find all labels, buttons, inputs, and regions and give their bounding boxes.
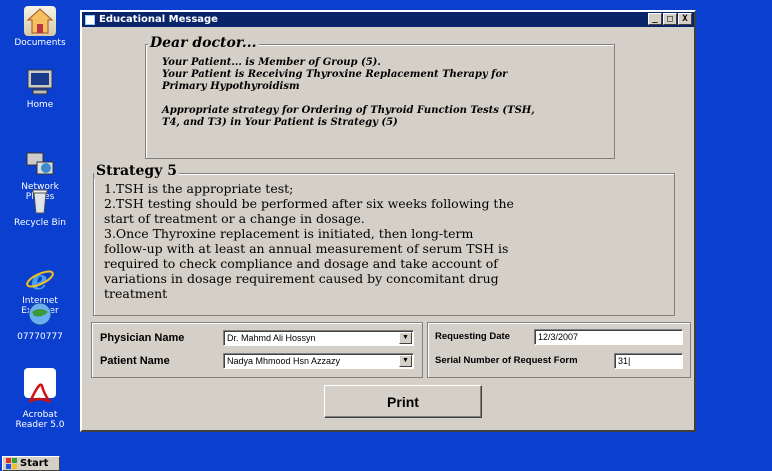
chevron-down-icon[interactable]: ▼: [399, 355, 412, 367]
title-bar[interactable]: Educational Message _ □ X: [82, 12, 694, 27]
message-line-1: Your Patient... is Member of Group (5).: [162, 57, 381, 68]
desktop-icon-documents[interactable]: Documents: [0, 6, 80, 48]
serial-number-field[interactable]: 31|: [614, 353, 683, 369]
maximize-button[interactable]: □: [663, 13, 677, 25]
strategy-line-8: treatment: [104, 286, 168, 301]
chevron-down-icon[interactable]: ▼: [399, 332, 412, 344]
strategy-line-2: 2.TSH testing should be performed after …: [104, 196, 514, 211]
recycle-bin-icon: [24, 186, 56, 216]
documents-icon: [24, 6, 56, 36]
desktop-icon-07770777[interactable]: 07770777: [0, 300, 80, 342]
globe-icon: [24, 300, 56, 330]
start-label: Start: [20, 458, 49, 469]
requesting-date-label: Requesting Date: [435, 331, 510, 342]
requesting-date-value: 12/3/2007: [538, 332, 579, 342]
educational-message-window: Educational Message _ □ X Dear doctor...…: [80, 10, 696, 432]
strategy-line-6: required to check compliance and dosage …: [104, 256, 498, 271]
strategy-line-1: 1.TSH is the appropriate test;: [104, 181, 294, 196]
message-heading: Dear doctor...: [148, 35, 259, 51]
window-title: Educational Message: [99, 14, 218, 25]
strategy-line-4: 3.Once Thyroxine replacement is initiate…: [104, 226, 474, 241]
computer-icon: [24, 68, 56, 98]
desktop-icon-recycle-bin[interactable]: Recycle Bin: [0, 186, 80, 228]
physician-name-label: Physician Name: [100, 332, 185, 344]
requesting-date-field[interactable]: 12/3/2007: [534, 329, 683, 345]
start-button[interactable]: Start: [2, 456, 60, 471]
desktop-icon-home[interactable]: Home: [0, 68, 80, 110]
app-icon: [85, 14, 95, 25]
serial-number-label: Serial Number of Request Form: [435, 355, 578, 366]
strategy-heading: Strategy 5: [94, 163, 179, 179]
print-button[interactable]: Print: [324, 385, 482, 418]
desktop-icon-acrobat-reader[interactable]: Acrobat Reader 5.0: [0, 358, 80, 430]
close-button[interactable]: X: [678, 13, 692, 25]
message-line-3: Primary Hypothyroidism: [162, 81, 300, 92]
desktop-icon-label: Acrobat Reader 5.0: [15, 410, 65, 430]
physician-name-value: Dr. Mahmd Ali Hossyn: [227, 333, 316, 343]
desktop-icon-label: Home: [26, 100, 54, 110]
message-line-5: T4, and T3) in Your Patient is Strategy …: [162, 117, 398, 128]
desktop-icon-label: Recycle Bin: [14, 218, 66, 228]
message-line-4: Appropriate strategy for Ordering of Thy…: [162, 105, 535, 116]
message-line-2: Your Patient is Receiving Thyroxine Repl…: [162, 69, 508, 80]
network-icon: [24, 140, 56, 175]
strategy-line-5: follow-up with at least an annual measur…: [104, 241, 509, 256]
acrobat-icon: [24, 368, 56, 404]
patient-name-value: Nadya Mhmood Hsn Azzazy: [227, 356, 341, 366]
windows-logo-icon: [6, 458, 17, 469]
desktop-icon-label: 07770777: [17, 332, 63, 342]
patient-name-select[interactable]: Nadya Mhmood Hsn Azzazy ▼: [223, 353, 414, 369]
ie-icon: e: [24, 254, 56, 296]
patient-name-label: Patient Name: [100, 355, 170, 367]
physician-name-select[interactable]: Dr. Mahmd Ali Hossyn ▼: [223, 330, 414, 346]
strategy-line-7: variations in dosage requirement caused …: [104, 271, 499, 286]
minimize-button[interactable]: _: [648, 13, 662, 25]
serial-number-value: 31|: [618, 356, 631, 366]
taskbar: Start: [0, 455, 772, 471]
svg-text:e: e: [31, 266, 48, 294]
desktop-icon-label: Documents: [14, 38, 66, 48]
strategy-line-3: start of treatment or a change in dosage…: [104, 211, 365, 226]
